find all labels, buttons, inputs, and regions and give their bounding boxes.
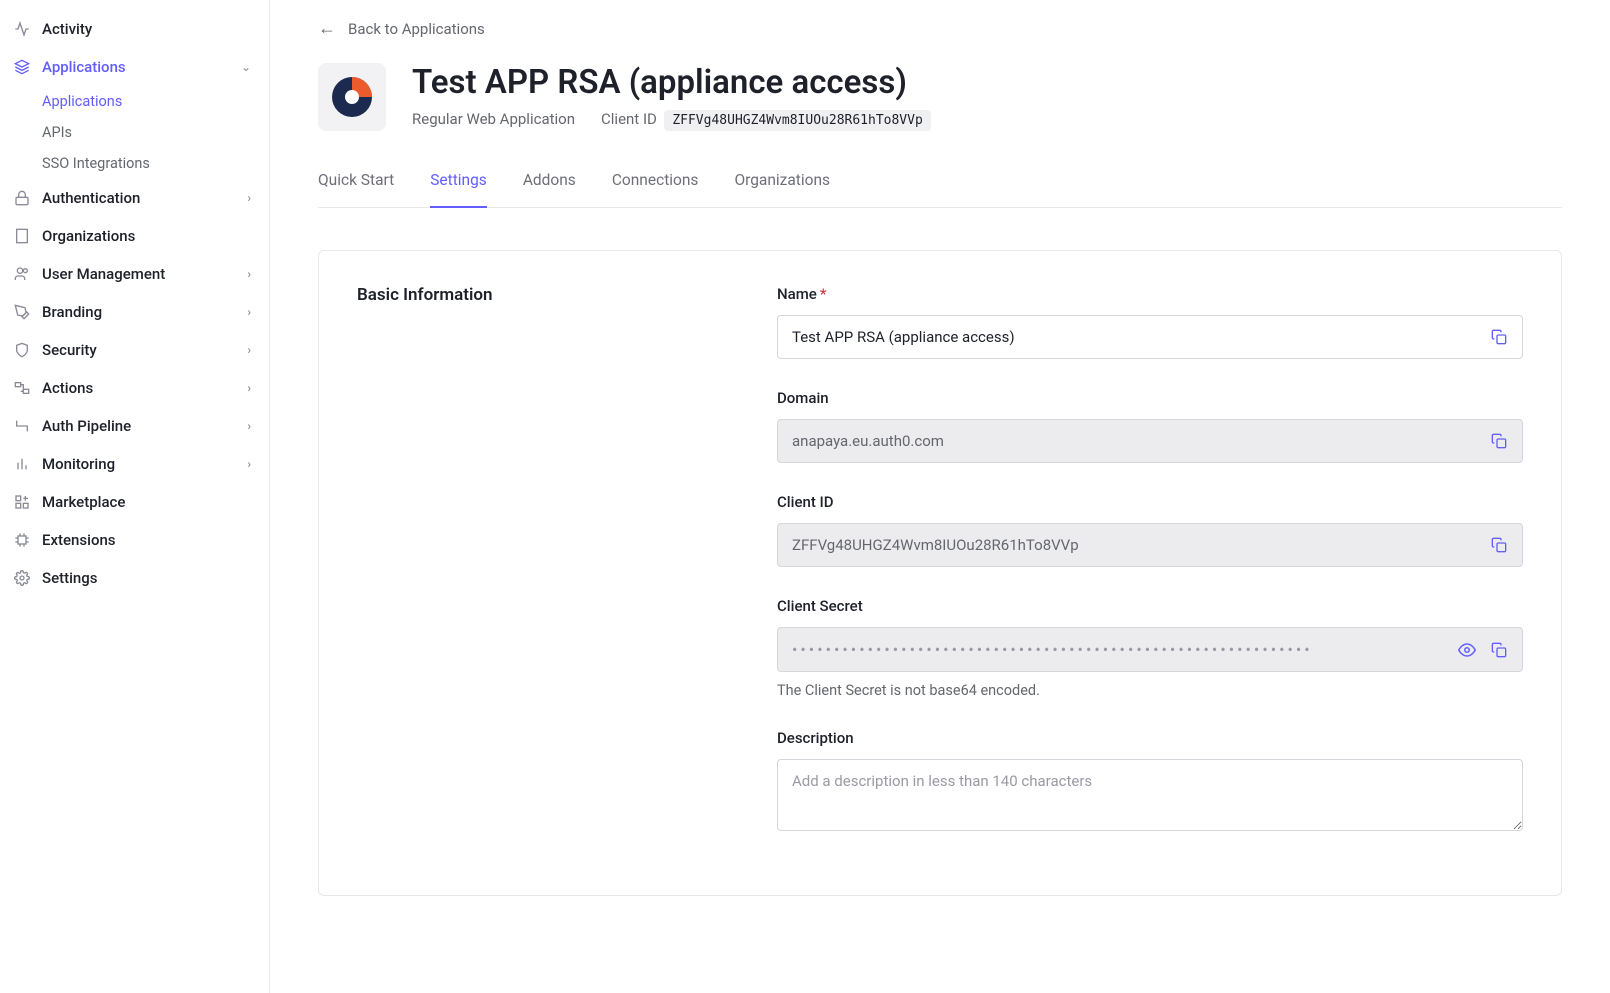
sidebar-item-security[interactable]: Security › — [0, 331, 269, 369]
sidebar-item-extensions[interactable]: Extensions — [0, 521, 269, 559]
copy-icon[interactable] — [1488, 639, 1510, 661]
sidebar-item-settings[interactable]: Settings — [0, 559, 269, 597]
tab-settings[interactable]: Settings — [430, 171, 487, 208]
sidebar-item-marketplace[interactable]: Marketplace — [0, 483, 269, 521]
chevron-right-icon: › — [247, 267, 251, 281]
app-type: Regular Web Application — [412, 110, 575, 128]
office-icon — [12, 226, 32, 246]
sidebar: Activity Applications ⌄ Applications API… — [0, 0, 270, 993]
back-link-label: Back to Applications — [348, 20, 485, 38]
bars-icon — [12, 454, 32, 474]
field-client-id: Client ID — [777, 493, 1523, 567]
sidebar-item-label: Authentication — [42, 189, 140, 207]
tab-organizations[interactable]: Organizations — [734, 171, 830, 208]
sidebar-item-authentication[interactable]: Authentication › — [0, 179, 269, 217]
field-label-description: Description — [777, 729, 1523, 747]
sidebar-item-monitoring[interactable]: Monitoring › — [0, 445, 269, 483]
sidebar-item-organizations[interactable]: Organizations — [0, 217, 269, 255]
section-title: Basic Information — [357, 285, 737, 305]
client-secret-masked: ••••••••••••••••••••••••••••••••••••••••… — [778, 628, 1456, 671]
chevron-right-icon: › — [247, 419, 251, 433]
field-description: Description — [777, 729, 1523, 831]
activity-icon — [12, 19, 32, 39]
brush-icon — [12, 302, 32, 322]
tabs: Quick Start Settings Addons Connections … — [318, 171, 1562, 208]
sidebar-item-label: Settings — [42, 569, 98, 587]
chevron-right-icon: › — [247, 381, 251, 395]
layers-icon — [12, 57, 32, 77]
users-icon — [12, 264, 32, 284]
sidebar-item-label: Marketplace — [42, 493, 125, 511]
field-domain: Domain — [777, 389, 1523, 463]
sidebar-subitem-applications[interactable]: Applications — [0, 86, 269, 117]
sidebar-item-label: User Management — [42, 265, 165, 283]
flow-icon — [12, 378, 32, 398]
name-input[interactable] — [778, 316, 1488, 358]
field-label-client-id: Client ID — [777, 493, 1523, 511]
field-label-name: Name* — [777, 285, 1523, 303]
app-header: Test APP RSA (appliance access) Regular … — [318, 63, 1562, 131]
field-label-domain: Domain — [777, 389, 1523, 407]
client-id-label: Client ID — [601, 110, 657, 128]
copy-icon[interactable] — [1488, 430, 1510, 452]
settings-panel: Basic Information Name* Domain — [318, 250, 1562, 896]
sidebar-item-label: Branding — [42, 303, 102, 321]
shield-icon — [12, 340, 32, 360]
pipeline-icon — [12, 416, 32, 436]
copy-icon[interactable] — [1488, 534, 1510, 556]
chevron-right-icon: › — [247, 305, 251, 319]
eye-icon[interactable] — [1456, 639, 1478, 661]
tab-quick-start[interactable]: Quick Start — [318, 171, 394, 208]
sidebar-item-applications[interactable]: Applications ⌄ — [0, 48, 269, 86]
required-asterisk: * — [820, 285, 827, 303]
field-name: Name* — [777, 285, 1523, 359]
chevron-down-icon: ⌄ — [241, 60, 251, 74]
domain-input — [778, 420, 1488, 462]
description-textarea[interactable] — [778, 760, 1522, 830]
field-client-secret: Client Secret ••••••••••••••••••••••••••… — [777, 597, 1523, 699]
sidebar-item-label: Auth Pipeline — [42, 417, 131, 435]
field-label-client-secret: Client Secret — [777, 597, 1523, 615]
sidebar-item-label: Actions — [42, 379, 93, 397]
sidebar-subitem-apis[interactable]: APIs — [0, 117, 269, 148]
chevron-right-icon: › — [247, 457, 251, 471]
sidebar-item-label: Organizations — [42, 227, 135, 245]
sidebar-item-auth-pipeline[interactable]: Auth Pipeline › — [0, 407, 269, 445]
client-id-input — [778, 524, 1488, 566]
arrow-left-icon: ← — [318, 18, 336, 39]
main-content: ← Back to Applications Test APP RSA (app… — [270, 0, 1610, 993]
chevron-right-icon: › — [247, 191, 251, 205]
sidebar-item-label: Security — [42, 341, 97, 359]
page-title: Test APP RSA (appliance access) — [412, 63, 931, 102]
sidebar-item-user-management[interactable]: User Management › — [0, 255, 269, 293]
client-id-chip[interactable]: ZFFVg48UHGZ4Wvm8IUOu28R61hTo8VVp — [664, 110, 930, 131]
gear-icon — [12, 568, 32, 588]
sidebar-item-actions[interactable]: Actions › — [0, 369, 269, 407]
sidebar-item-label: Applications — [42, 58, 126, 76]
chevron-right-icon: › — [247, 343, 251, 357]
tab-addons[interactable]: Addons — [523, 171, 576, 208]
client-secret-help: The Client Secret is not base64 encoded. — [777, 682, 1523, 699]
grid-plus-icon — [12, 492, 32, 512]
sidebar-item-label: Activity — [42, 20, 92, 38]
sidebar-item-activity[interactable]: Activity — [0, 10, 269, 48]
tab-connections[interactable]: Connections — [612, 171, 699, 208]
sidebar-item-branding[interactable]: Branding › — [0, 293, 269, 331]
back-link[interactable]: ← Back to Applications — [318, 18, 485, 39]
sidebar-item-label: Extensions — [42, 531, 116, 549]
sidebar-item-label: Monitoring — [42, 455, 115, 473]
lock-icon — [12, 188, 32, 208]
app-logo — [318, 63, 386, 131]
copy-icon[interactable] — [1488, 326, 1510, 348]
sidebar-subitem-sso[interactable]: SSO Integrations — [0, 148, 269, 179]
chip-icon — [12, 530, 32, 550]
